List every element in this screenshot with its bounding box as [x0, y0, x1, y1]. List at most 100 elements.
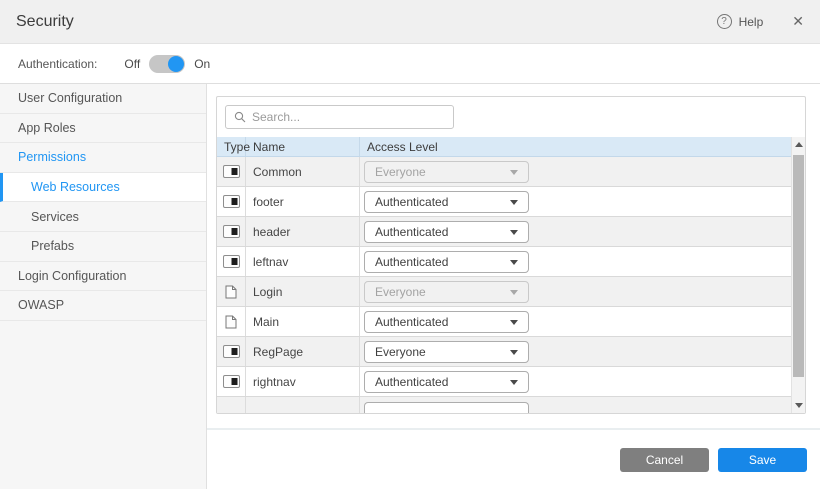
sidebar-item-label: Permissions	[18, 150, 86, 164]
sidebar-item-user-configuration[interactable]: User Configuration	[0, 84, 206, 114]
titlebar-actions: ? Help ✕	[717, 13, 804, 30]
type-cell	[217, 247, 246, 276]
table-row: header Authenticated	[217, 217, 791, 247]
name-cell: Common	[246, 157, 360, 186]
access-level-dropdown[interactable]: Authenticated	[364, 371, 529, 393]
sidebar-item-label: Services	[31, 210, 79, 224]
sidebar-item-web-resources[interactable]: Web Resources	[0, 173, 206, 203]
authentication-label: Authentication:	[18, 57, 97, 71]
partial-icon	[223, 195, 240, 208]
page-title: Security	[16, 13, 74, 31]
chevron-down-icon	[510, 320, 518, 325]
sidebar-item-label: User Configuration	[18, 91, 122, 105]
chevron-down-icon	[510, 170, 518, 175]
help-icon[interactable]: ?	[717, 14, 732, 29]
content: User Configuration App Roles Permissions…	[0, 84, 820, 489]
search-box	[225, 105, 454, 129]
scroll-down-icon[interactable]	[795, 403, 803, 408]
access-cell: Authenticated	[360, 187, 791, 216]
chevron-down-icon	[510, 200, 518, 205]
sidebar-item-label: Web Resources	[31, 180, 120, 194]
name-cell: rightnav	[246, 367, 360, 396]
chevron-down-icon	[510, 230, 518, 235]
access-level-dropdown[interactable]	[364, 402, 529, 413]
cancel-button[interactable]: Cancel	[620, 448, 709, 472]
table-row: Login Everyone	[217, 277, 791, 307]
sidebar-item-label: Prefabs	[31, 239, 74, 253]
type-cell	[217, 307, 246, 336]
table-header: Type Name Access Level	[217, 137, 791, 157]
table-row: Common Everyone	[217, 157, 791, 187]
partial-icon	[223, 255, 240, 268]
chevron-down-icon	[510, 260, 518, 265]
table-row: leftnav Authenticated	[217, 247, 791, 277]
sidebar-item-services[interactable]: Services	[0, 202, 206, 232]
access-level-dropdown: Everyone	[364, 281, 529, 303]
page-icon	[225, 315, 237, 329]
type-cell	[217, 367, 246, 396]
access-cell: Everyone	[360, 157, 791, 186]
access-level-dropdown: Everyone	[364, 161, 529, 183]
sidebar-item-label: OWASP	[18, 298, 64, 312]
partial-icon	[223, 375, 240, 388]
sidebar-item-label: Login Configuration	[18, 269, 126, 283]
table-row: RegPage Everyone	[217, 337, 791, 367]
name-cell: Login	[246, 277, 360, 306]
partial-icon	[223, 345, 240, 358]
access-cell: Authenticated	[360, 247, 791, 276]
security-dialog: Security ? Help ✕ Authentication: Off On…	[0, 0, 820, 489]
toggle-on-label: On	[194, 57, 210, 71]
access-level-dropdown[interactable]: Authenticated	[364, 311, 529, 333]
column-header-name: Name	[246, 137, 360, 156]
sidebar-item-prefabs[interactable]: Prefabs	[0, 232, 206, 262]
name-cell: header	[246, 217, 360, 246]
chevron-down-icon	[510, 380, 518, 385]
access-cell	[360, 397, 791, 413]
access-level-dropdown[interactable]: Authenticated	[364, 221, 529, 243]
name-cell: leftnav	[246, 247, 360, 276]
type-cell	[217, 187, 246, 216]
access-level-dropdown[interactable]: Authenticated	[364, 191, 529, 213]
access-cell: Authenticated	[360, 367, 791, 396]
sidebar-item-app-roles[interactable]: App Roles	[0, 114, 206, 144]
search-input[interactable]	[252, 110, 445, 124]
close-icon[interactable]: ✕	[792, 13, 804, 30]
sidebar-item-login-configuration[interactable]: Login Configuration	[0, 262, 206, 292]
sidebar-item-permissions[interactable]: Permissions	[0, 143, 206, 173]
table-row-clipped	[217, 397, 791, 413]
scrollbar-thumb[interactable]	[793, 155, 804, 377]
access-cell: Authenticated	[360, 217, 791, 246]
type-cell	[217, 277, 246, 306]
search-icon	[234, 111, 246, 123]
chevron-down-icon	[510, 290, 518, 295]
table-body: Common Everyone footer Authenticated hea…	[217, 157, 791, 413]
table-row: rightnav Authenticated	[217, 367, 791, 397]
access-cell: Everyone	[360, 277, 791, 306]
sidebar: User Configuration App Roles Permissions…	[0, 84, 207, 489]
authentication-toggle[interactable]	[149, 55, 185, 73]
name-cell: RegPage	[246, 337, 360, 366]
access-cell: Authenticated	[360, 307, 791, 336]
save-button[interactable]: Save	[718, 448, 807, 472]
table-scrollbar[interactable]	[791, 137, 805, 413]
scroll-up-icon[interactable]	[795, 142, 803, 147]
type-cell	[217, 217, 246, 246]
sidebar-item-owasp[interactable]: OWASP	[0, 291, 206, 321]
main-area: Type Name Access Level Common Everyone f…	[207, 84, 820, 489]
type-cell	[217, 157, 246, 186]
access-level-dropdown[interactable]: Everyone	[364, 341, 529, 363]
chevron-down-icon	[510, 350, 518, 355]
sidebar-item-label: App Roles	[18, 121, 76, 135]
page-icon	[225, 285, 237, 299]
partial-icon	[223, 165, 240, 178]
partial-icon	[223, 225, 240, 238]
help-button[interactable]: Help	[739, 15, 764, 29]
type-cell	[217, 397, 246, 413]
column-header-type: Type	[217, 137, 246, 156]
access-cell: Everyone	[360, 337, 791, 366]
access-level-dropdown[interactable]: Authenticated	[364, 251, 529, 273]
toggle-off-label: Off	[124, 57, 140, 71]
name-cell: Main	[246, 307, 360, 336]
footer-actions: Cancel Save	[620, 448, 807, 472]
name-cell	[246, 397, 360, 413]
